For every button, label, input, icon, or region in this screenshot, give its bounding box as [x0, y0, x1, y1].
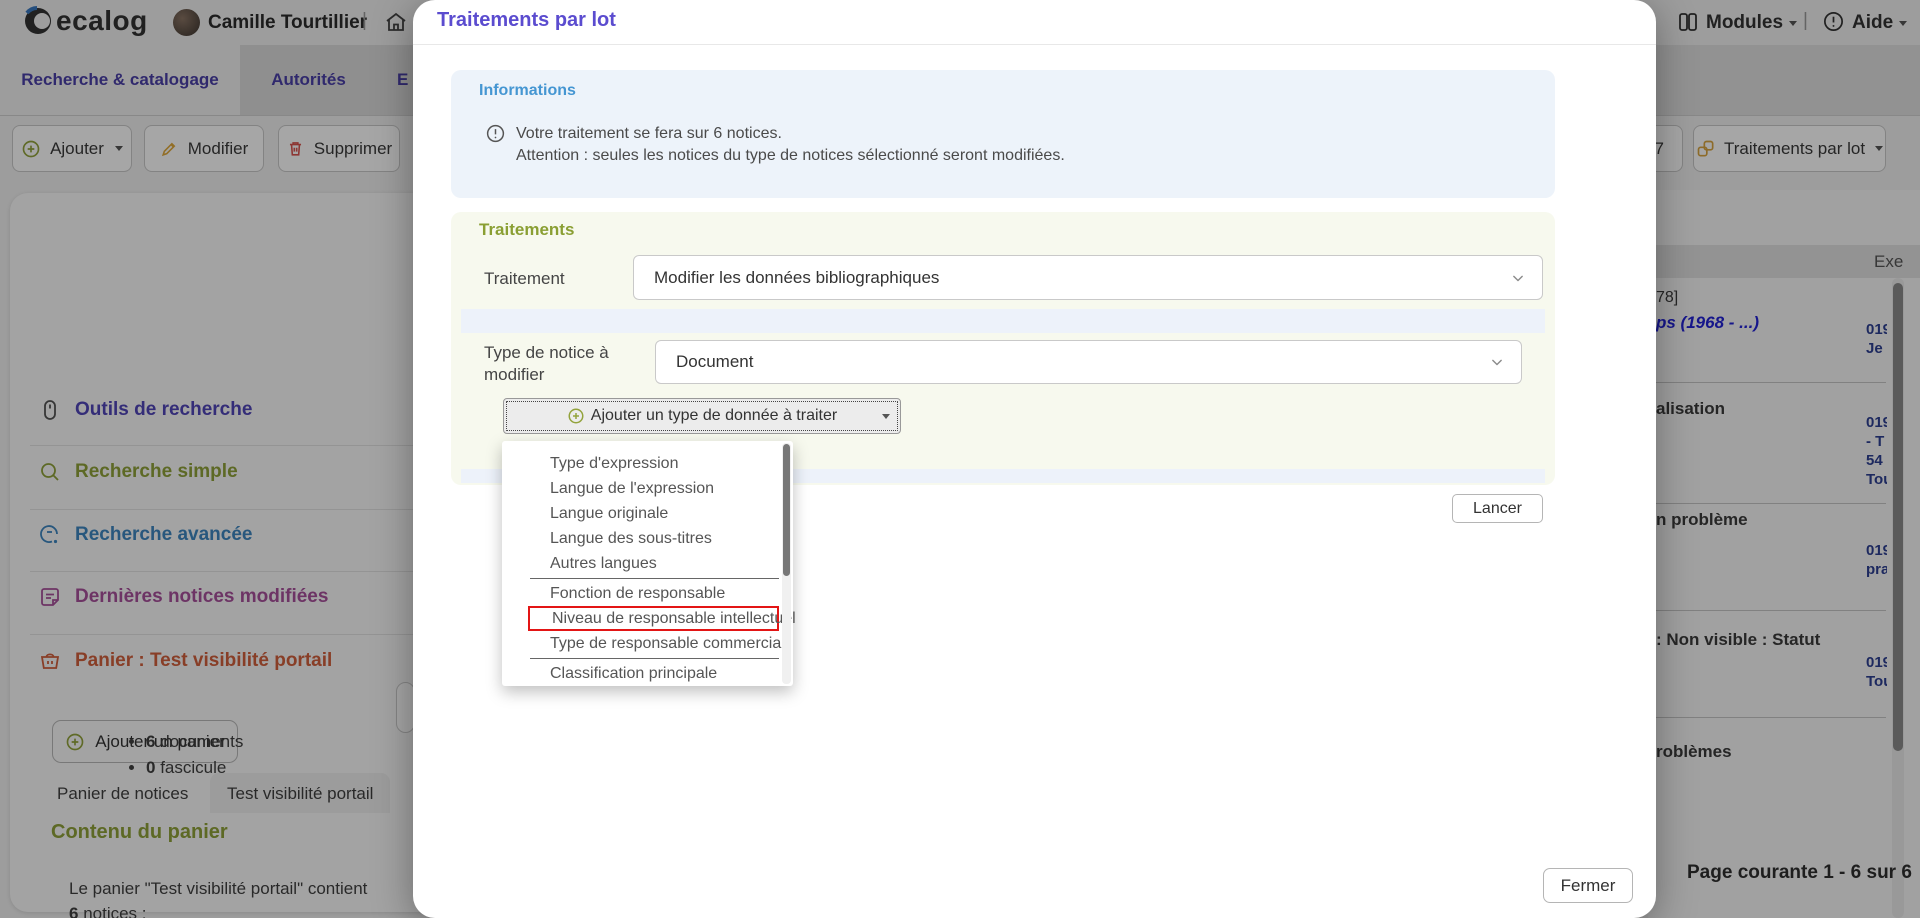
modal-title: Traitements par lot	[437, 9, 616, 32]
dropdown-option[interactable]: Autres langues	[502, 551, 793, 576]
caret-down-icon	[882, 414, 890, 419]
type-notice-select[interactable]: Document	[655, 340, 1522, 384]
dropdown-option[interactable]: Fonction de responsable	[502, 581, 793, 606]
dropdown-scrollbar-thumb[interactable]	[783, 444, 790, 576]
traitement-label: Traitement	[484, 268, 565, 290]
dropdown-option[interactable]: Type de responsable commercial	[502, 631, 793, 656]
dropdown-separator	[530, 578, 779, 579]
info-line-2: Attention : seules les notices du type d…	[516, 147, 1065, 165]
type-notice-value: Document	[676, 352, 753, 372]
dropdown-separator	[530, 658, 779, 659]
type-notice-label-line1: Type de notice à	[484, 343, 609, 362]
dropdown-option[interactable]: Langue des sous-titres	[502, 526, 793, 551]
traitement-value: Modifier les données bibliographiques	[654, 268, 939, 288]
traitements-section-title: Traitements	[479, 220, 574, 240]
section-strip	[461, 309, 1545, 333]
data-type-dropdown-list: Type d'expression Langue de l'expression…	[502, 441, 793, 686]
divider	[413, 44, 1656, 45]
informations-title: Informations	[479, 82, 576, 100]
lancer-button[interactable]: Lancer	[1452, 494, 1543, 523]
plus-circle-icon	[567, 407, 585, 425]
dropdown-option[interactable]: Type d'expression	[502, 451, 793, 476]
add-data-type-label: Ajouter un type de donnée à traiter	[591, 407, 837, 425]
chevron-down-icon	[1487, 352, 1507, 372]
type-notice-label-line2: modifier	[484, 365, 544, 384]
info-line-1: Votre traitement se fera sur 6 notices.	[516, 125, 782, 143]
traitement-select[interactable]: Modifier les données bibliographiques	[633, 255, 1543, 300]
dropdown-option[interactable]: Langue de l'expression	[502, 476, 793, 501]
chevron-down-icon	[1508, 268, 1528, 288]
alert-circle-icon	[485, 123, 506, 144]
dropdown-option[interactable]: Langue originale	[502, 501, 793, 526]
informations-box: Informations Votre traitement se fera su…	[451, 70, 1555, 198]
dropdown-option-highlighted[interactable]: Niveau de responsable intellectuel	[530, 608, 777, 629]
add-data-type-select[interactable]: Ajouter un type de donnée à traiter	[503, 398, 901, 434]
traitements-par-lot-modal: Traitements par lot Informations Votre t…	[413, 0, 1656, 918]
dropdown-option[interactable]: Classification principale	[502, 661, 793, 686]
highlight-box: Niveau de responsable intellectuel	[528, 606, 779, 631]
fermer-button[interactable]: Fermer	[1543, 868, 1633, 903]
type-notice-label: Type de notice à modifier	[484, 342, 609, 386]
screen: ecalog Camille Tourtillier | Modules | A…	[0, 0, 1920, 918]
